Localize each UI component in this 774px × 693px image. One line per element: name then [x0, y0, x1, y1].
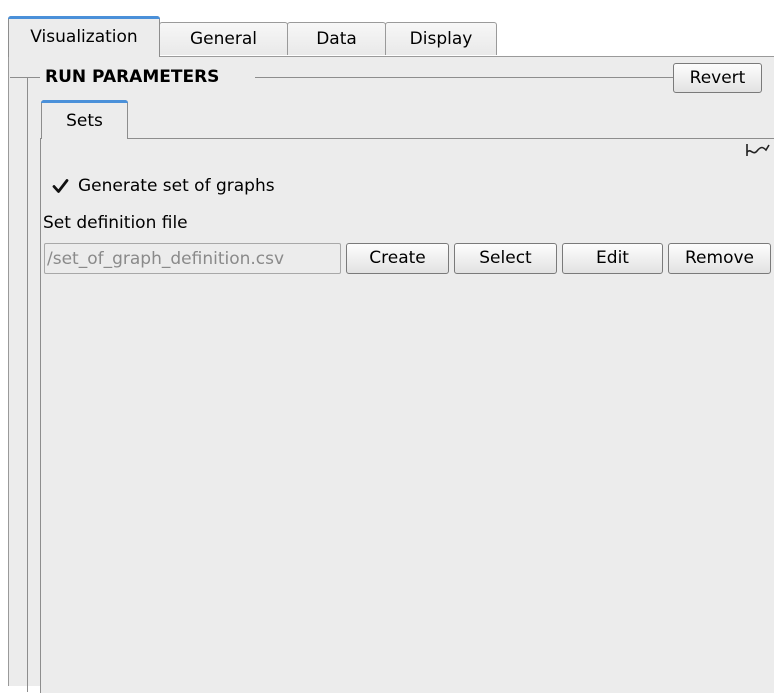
app-window: Visualization General Data Display RUN P… — [0, 0, 774, 693]
revert-button[interactable]: Revert — [673, 63, 762, 93]
visualization-pane: RUN PARAMETERS Revert Sets Generate set … — [8, 56, 774, 693]
tab-visualization[interactable]: Visualization — [8, 16, 160, 57]
generate-graphs-row[interactable]: Generate set of graphs — [51, 173, 275, 199]
sets-pane: Generate set of graphs Set definition fi… — [40, 138, 774, 693]
select-button[interactable]: Select — [454, 243, 557, 274]
graph-icon[interactable] — [745, 141, 771, 159]
checkmark-icon — [52, 178, 69, 193]
top-tab-bar: Visualization General Data Display — [8, 16, 774, 57]
create-button[interactable]: Create — [346, 243, 449, 274]
tab-display[interactable]: Display — [385, 22, 497, 55]
remove-button[interactable]: Remove — [668, 243, 771, 274]
edit-button[interactable]: Edit — [562, 243, 663, 274]
generate-graphs-label[interactable]: Generate set of graphs — [78, 174, 275, 198]
tab-general[interactable]: General — [159, 22, 288, 55]
group-divider — [255, 77, 673, 78]
group-box-border — [27, 77, 28, 692]
group-title: RUN PARAMETERS — [45, 67, 220, 87]
generate-graphs-checkbox[interactable] — [51, 177, 70, 196]
tab-sets[interactable]: Sets — [41, 100, 128, 139]
tab-data[interactable]: Data — [287, 22, 386, 55]
group-divider — [10, 77, 40, 78]
set-definition-file-label: Set definition file — [43, 213, 188, 233]
set-definition-file-input[interactable] — [44, 243, 341, 274]
